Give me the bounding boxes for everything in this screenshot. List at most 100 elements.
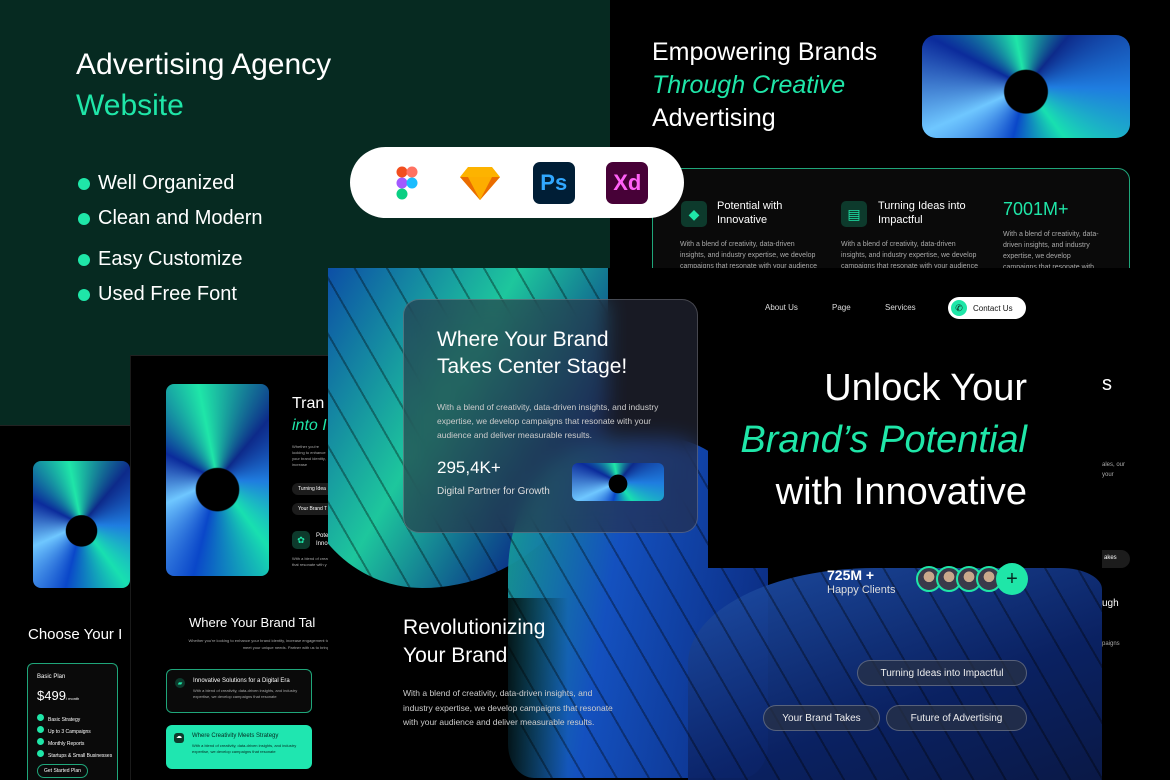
card-text: With a blend of creativity, data-driven … [193, 688, 298, 699]
mid-preview: Tran into I Whether you're looking to enh… [130, 355, 330, 780]
mid-text: Whether you're looking to enhance your b… [292, 444, 326, 467]
pill-your-brand-takes[interactable]: Your Brand Takes [763, 705, 880, 731]
bullet-icon [78, 212, 90, 225]
folder-icon: ▰ [175, 678, 185, 688]
plan-feature: Up to 3 Campaigns [37, 726, 112, 738]
clients-label: Happy Clients [827, 584, 896, 596]
section-text: Whether you're looking to enhance your b… [188, 638, 329, 650]
section-text: With a blend of creativity, data-driven … [403, 688, 613, 727]
mid-heading: Tran into I [292, 393, 327, 437]
hero-line: Unlock Your [824, 367, 1027, 409]
peek-pill[interactable]: akes [1102, 550, 1130, 568]
preview-heading: Empowering Brands Through Creative Adver… [652, 36, 877, 135]
bullet-icon [78, 288, 90, 301]
bullet-icon [78, 177, 90, 190]
plan-feature: Basic Strategy [37, 714, 112, 726]
plan-feature: Monthly Reports [37, 738, 112, 750]
plan-features: Basic Strategy Up to 3 Campaigns Monthly… [37, 714, 112, 762]
bullet-text: Easy Customize [98, 248, 243, 270]
peek-text: ales, our [1102, 462, 1126, 468]
section-title: Where Your Brand Tal [189, 615, 316, 630]
service-card: ▰ Innovative Solutions for a Digital Era… [166, 669, 312, 713]
pill-turning-ideas[interactable]: Turning Ideas into Impactful [857, 660, 1027, 686]
sketch-icon [459, 162, 501, 204]
cloud-icon: ☁ [174, 733, 184, 743]
check-icon [37, 738, 44, 745]
bullet-text: Well Organized [98, 172, 235, 194]
feature-bullet: Used Free Font [78, 283, 237, 306]
heading-line-accent: Through Creative [652, 71, 846, 99]
feature-title: Turning Ideas into Impactful [878, 200, 966, 226]
phone-icon: ✆ [951, 300, 967, 316]
title-line: Advertising Agency [76, 48, 332, 81]
hero-heading: Unlock Your Brand’s Potential with Innov… [627, 362, 1027, 518]
pill-button[interactable]: Your Brand T [292, 503, 330, 515]
peek-heading: s [1102, 373, 1112, 395]
period: / month [65, 696, 80, 701]
left-preview: Choose Your I Basic Plan $499/ month Bas… [0, 425, 140, 780]
nav-about-us[interactable]: About Us [765, 303, 798, 312]
title-line-accent: Website [76, 89, 184, 122]
tools-pill: Ps Xd [350, 147, 684, 218]
nav-page[interactable]: Page [832, 303, 851, 312]
section-title: Revolutionizing Your Brand [403, 614, 545, 670]
add-client-button[interactable]: + [996, 563, 1028, 595]
peek-text: paigns [1102, 641, 1120, 647]
bullet-icon [78, 253, 90, 266]
feature-text: Startups & Small Businesses [48, 753, 113, 759]
title-line: Your Brand [403, 644, 508, 667]
card-title: Innovative Solutions for a Digital Era [193, 678, 290, 684]
feature-bullet: Well Organized [78, 172, 234, 195]
service-card-active: ☁ Where Creativity Meets Strategy With a… [166, 725, 312, 769]
get-started-button[interactable]: Get Started Plan [37, 764, 88, 778]
card-stat: 295,4K+ [437, 458, 501, 477]
title-line: Revolutionizing [403, 616, 546, 639]
price: $499 [37, 688, 66, 703]
stat-value: 7001M+ [1003, 199, 1069, 219]
bullet-text: Clean and Modern [98, 207, 263, 229]
plan-price: $499/ month [37, 688, 79, 703]
card-text: With a blend of creativity, data-driven … [192, 743, 297, 754]
contact-us-button[interactable]: ✆ Contact Us [948, 297, 1026, 319]
photoshop-icon: Ps [532, 161, 575, 204]
feature-text: With a blend of creat that resonate with… [292, 556, 329, 567]
plan-name: Basic Plan [37, 674, 66, 680]
top-preview: Empowering Brands Through Creative Adver… [610, 0, 1170, 300]
heading-line: Advertising [652, 104, 776, 132]
pricing-card: Basic Plan $499/ month Basic Strategy Up… [27, 663, 118, 780]
contact-label: Contact Us [973, 303, 1013, 313]
hero-line: with Innovative [775, 471, 1027, 513]
pill-future-advertising[interactable]: Future of Advertising [886, 705, 1027, 731]
feature-bullet: Clean and Modern [78, 207, 263, 230]
bullet-text: Used Free Font [98, 283, 237, 305]
feature-text: Up to 3 Campaigns [48, 729, 91, 735]
nav-services[interactable]: Services [885, 303, 916, 312]
heading-line: Empowering Brands [652, 38, 878, 66]
plan-feature: Startups & Small Businesses [37, 750, 112, 762]
figma-icon [386, 162, 428, 204]
feature-bullet: Easy Customize [78, 248, 243, 271]
avatar-group: + [916, 563, 1028, 595]
feature-text: Basic Strategy [48, 717, 81, 723]
card-stat-label: Digital Partner for Growth [437, 486, 550, 497]
swirl-image [922, 35, 1130, 138]
pricing-heading: Choose Your I [28, 626, 123, 643]
promo-title: Advertising Agency Website [76, 44, 331, 126]
card-title: Where Creativity Meets Strategy [192, 733, 279, 739]
pill-button[interactable]: Turning Idea [292, 483, 330, 495]
heading-line-accent: into I [292, 417, 327, 434]
feature-text: Monthly Reports [48, 741, 85, 747]
peek-heading: ugh [1102, 598, 1119, 609]
clipboard-icon: ▤ [841, 201, 867, 227]
peek-text: your [1102, 472, 1114, 478]
swirl-image [166, 384, 269, 576]
check-icon [37, 750, 44, 757]
heading-line: Tran [292, 395, 325, 412]
gear-icon: ✿ [292, 531, 310, 549]
feature-title: Potential with Innovative [717, 200, 783, 226]
diamond-icon: ◆ [681, 201, 707, 227]
check-icon [37, 714, 44, 721]
xd-icon: Xd [606, 161, 649, 204]
clients-count: 725M + [827, 567, 875, 583]
hero-line-accent: Brand’s Potential [740, 419, 1027, 461]
